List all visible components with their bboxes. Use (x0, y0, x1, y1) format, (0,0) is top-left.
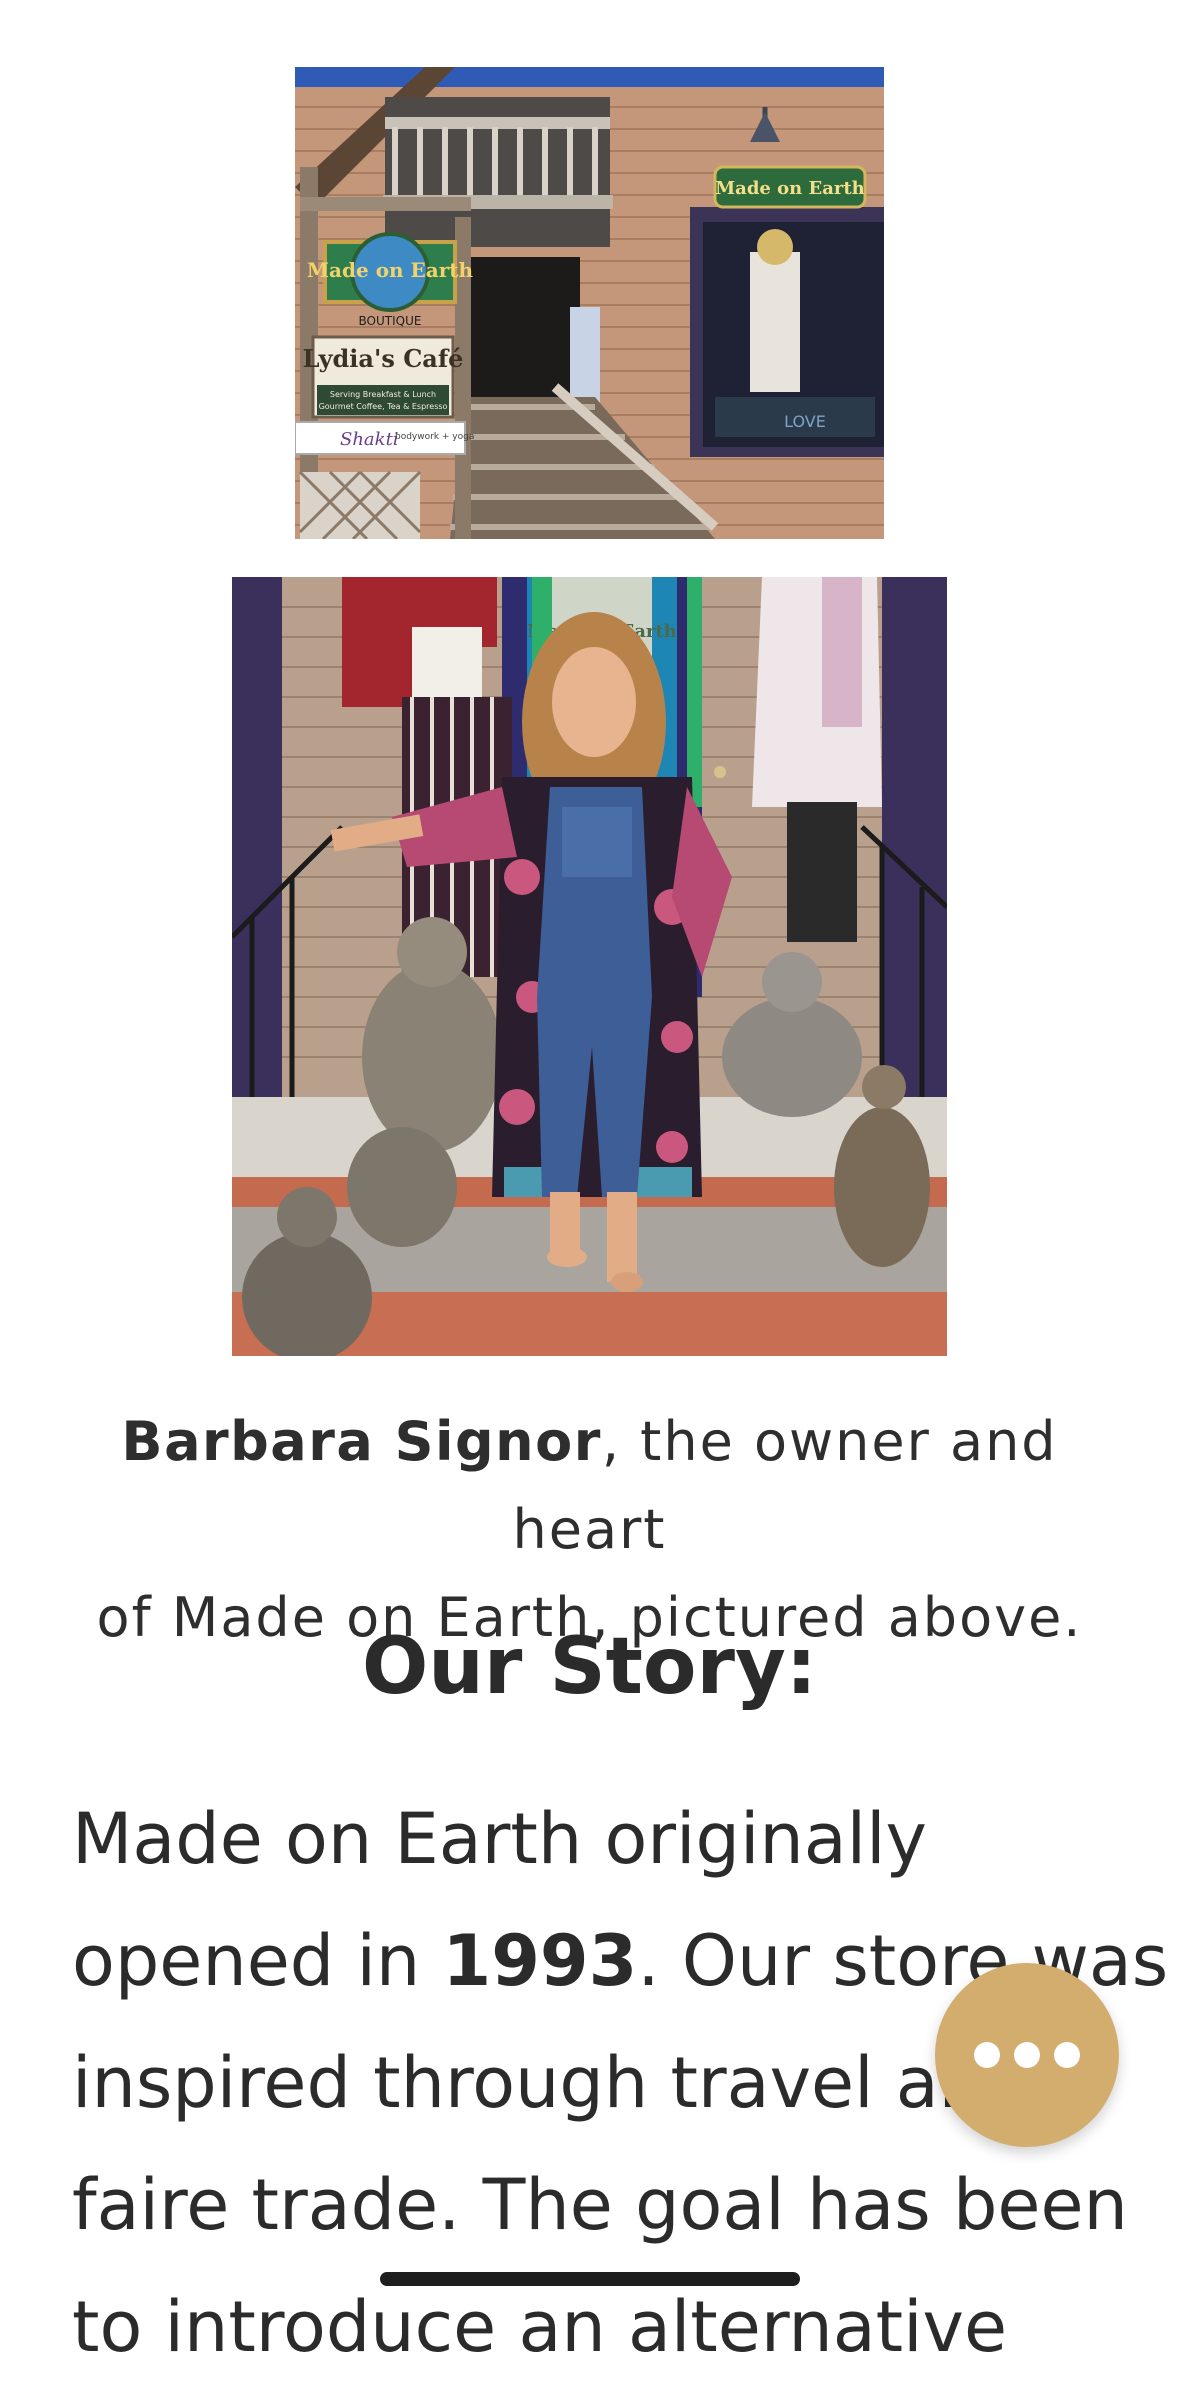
more-horizontal-icon (974, 2042, 1000, 2068)
owner-photo: Made on Earth (232, 577, 947, 1356)
chat-more-button[interactable] (935, 1963, 1119, 2147)
story-line-1: Made on Earth originally (72, 1798, 927, 1880)
boutique-sign-text: Made on Earth (307, 258, 474, 282)
story-line-2-start: opened in (72, 1920, 443, 2002)
story-heading: Our Story: (361, 1622, 817, 1712)
cafe-sign-sub2: Gourmet Coffee, Tea & Espresso (319, 402, 448, 411)
shakti-sign-text: Shakti (340, 429, 399, 450)
home-indicator[interactable] (380, 2272, 800, 2286)
more-horizontal-icon-dot (1054, 2042, 1080, 2068)
founding-year: 1993 (442, 1920, 638, 2002)
owner-name: Barbara Signor (121, 1410, 602, 1473)
cafe-sign-text: Lydia's Café (303, 344, 464, 373)
more-horizontal-icon-dot (1014, 2042, 1040, 2068)
cafe-sign-sub: Serving Breakfast & Lunch (330, 390, 436, 399)
story-line-4: faire trade. The goal has been (72, 2164, 1128, 2246)
boutique-sign-sub: BOUTIQUE (359, 314, 422, 328)
window-sign-text: Made on Earth (715, 178, 865, 199)
storefront-photo: Made on Earth BOUTIQUE Lydia's Café Serv… (295, 67, 884, 539)
shakti-sign-sub: bodywork + yoga (395, 432, 474, 442)
window-love-text: LOVE (784, 412, 826, 431)
